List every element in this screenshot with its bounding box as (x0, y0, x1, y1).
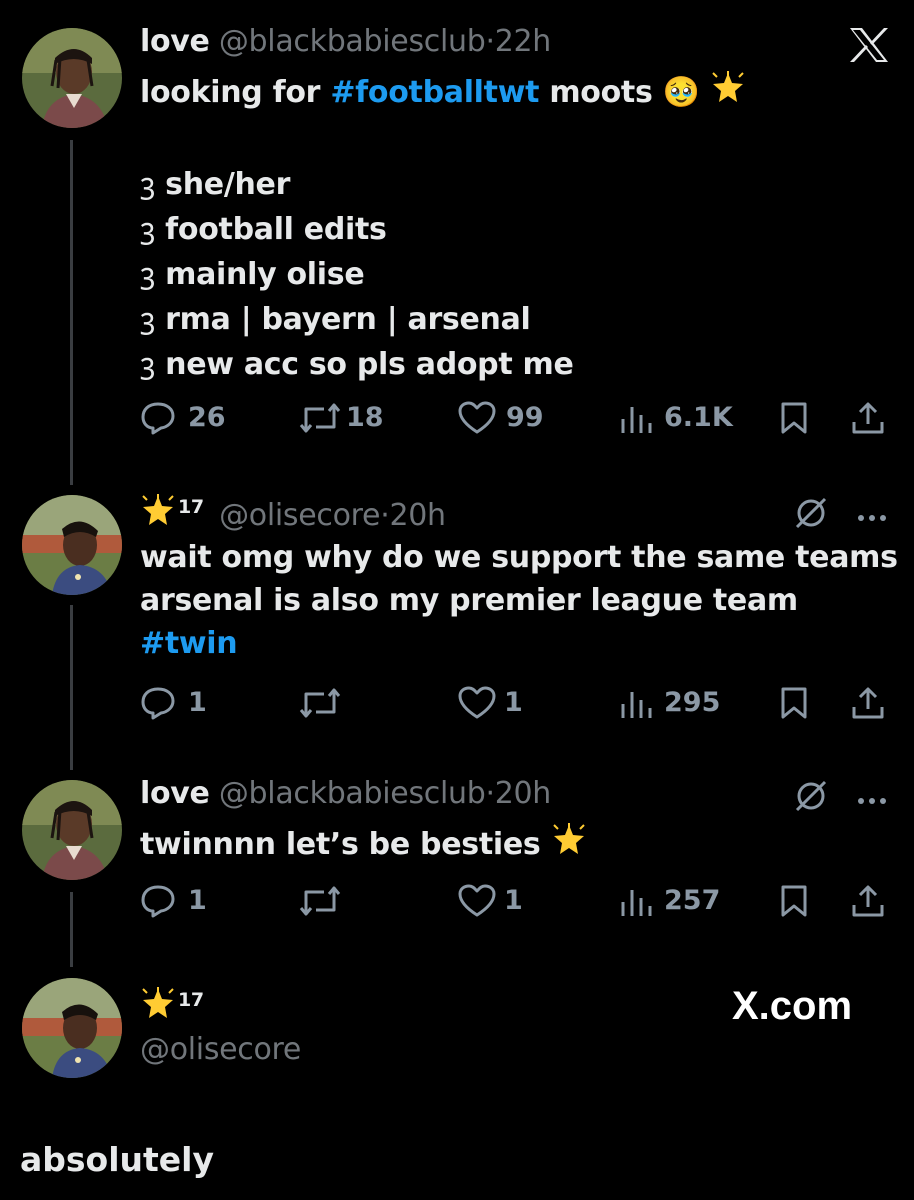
like-count: 1 (504, 687, 523, 718)
reply-icon[interactable] (140, 884, 176, 922)
more-options-icon[interactable] (856, 791, 888, 810)
like-heart-icon[interactable] (458, 884, 496, 922)
display-name[interactable]: love (140, 776, 210, 811)
like-count: 1 (504, 885, 523, 916)
share-icon[interactable] (850, 685, 886, 725)
bookmark-icon[interactable] (780, 884, 808, 922)
display-name[interactable]: love (140, 24, 210, 59)
view-count: 295 (664, 687, 721, 718)
views-chart-icon[interactable] (620, 886, 654, 922)
handle[interactable]: @blackbabiesclub (219, 776, 486, 811)
list-item-text: new acc so pls adopt me (165, 347, 574, 382)
ribbon-bullet-icon: ⳍ (140, 257, 155, 292)
hashtag-footballtwt[interactable]: #footballtwt (330, 75, 539, 110)
thread-line-2 (70, 605, 73, 770)
glowing-star-icon (142, 987, 174, 1018)
tweet1-text-prefix: looking for (140, 75, 331, 110)
handle[interactable]: @blackbabiesclub (219, 24, 486, 59)
list-item-text: football edits (165, 212, 387, 247)
views-chart-icon[interactable] (620, 688, 654, 724)
views-chart-icon[interactable] (620, 403, 654, 439)
bookmark-icon[interactable] (780, 686, 808, 724)
badge-number: 17 (178, 496, 204, 518)
tweet2-line1: wait omg why do we support the same team… (140, 540, 898, 575)
list-item: ⳍ she/her (140, 162, 290, 203)
hashtag-twin[interactable]: #twin (140, 626, 238, 661)
like-heart-icon[interactable] (458, 401, 496, 439)
list-item-text: she/her (165, 167, 291, 202)
list-item-text: rma | bayern | arsenal (165, 302, 531, 337)
timestamp[interactable]: 22h (495, 24, 552, 59)
close-x-icon[interactable] (848, 26, 890, 68)
list-item: ⳍ mainly olise (140, 252, 365, 293)
bookmark-icon[interactable] (780, 401, 808, 439)
reply-icon[interactable] (140, 686, 176, 724)
tweet1-text-suffix: moots (539, 75, 653, 110)
tweet1-text: looking for #footballtwt moots 🥹 (140, 70, 746, 110)
ribbon-bullet-icon: ⳍ (140, 212, 155, 247)
list-item: ⳍ new acc so pls adopt me (140, 342, 574, 383)
share-icon[interactable] (850, 400, 886, 440)
ribbon-bullet-icon: ⳍ (140, 302, 155, 337)
repost-icon[interactable] (298, 401, 342, 439)
avatar-olisecore[interactable] (22, 978, 122, 1078)
list-item: ⳍ rma | bayern | arsenal (140, 297, 531, 338)
reply-count: 26 (188, 402, 226, 433)
separator-dot: · (485, 24, 495, 59)
pleading-face-emoji: 🥹 (662, 75, 700, 110)
handle[interactable]: @olisecore (140, 1032, 301, 1067)
avatar-love[interactable] (22, 780, 122, 880)
reply-icon[interactable] (140, 401, 176, 439)
glowing-star-icon (712, 71, 744, 102)
view-count: 6.1K (664, 402, 733, 433)
grok-icon[interactable] (793, 495, 829, 535)
timestamp[interactable]: 20h (495, 776, 552, 811)
timestamp[interactable]: 20h (389, 498, 446, 533)
badge-number: 17 (178, 989, 204, 1011)
avatar-olisecore[interactable] (22, 495, 122, 595)
list-item: ⳍ football edits (140, 207, 387, 248)
reply-count: 1 (188, 885, 207, 916)
tweet2-header: 17 @olisecore·20h (140, 493, 446, 533)
avatar-love[interactable] (22, 28, 122, 128)
more-options-icon[interactable] (856, 508, 888, 527)
tweet4-name: 17 (140, 986, 204, 1026)
tweet3-text: twinnnn let’s be besties (140, 822, 587, 862)
glowing-star-icon (552, 823, 585, 854)
like-heart-icon[interactable] (458, 686, 496, 724)
view-count: 257 (664, 885, 721, 916)
repost-icon[interactable] (298, 686, 342, 724)
repost-count: 18 (346, 402, 384, 433)
ribbon-bullet-icon: ⳍ (140, 347, 155, 382)
share-icon[interactable] (850, 883, 886, 923)
ribbon-bullet-icon: ⳍ (140, 167, 155, 202)
tweet1-header: love @blackbabiesclub·22h (140, 24, 551, 59)
glowing-star-icon (142, 494, 174, 525)
repost-icon[interactable] (298, 884, 342, 922)
tweet3-text-content: twinnnn let’s be besties (140, 827, 541, 862)
list-item-text: mainly olise (165, 257, 365, 292)
reply-count: 1 (188, 687, 207, 718)
handle[interactable]: @olisecore (219, 498, 380, 533)
thread-line-1 (70, 140, 73, 485)
grok-icon[interactable] (793, 778, 829, 818)
thread-line-3 (70, 892, 73, 967)
like-count: 99 (506, 402, 544, 433)
caption-text: absolutely (20, 1140, 214, 1179)
separator-dot: · (485, 776, 495, 811)
tweet3-header: love @blackbabiesclub·20h (140, 776, 551, 811)
xcom-watermark: X.com (732, 984, 853, 1028)
tweet2-line2: arsenal is also my premier league team (140, 583, 798, 618)
